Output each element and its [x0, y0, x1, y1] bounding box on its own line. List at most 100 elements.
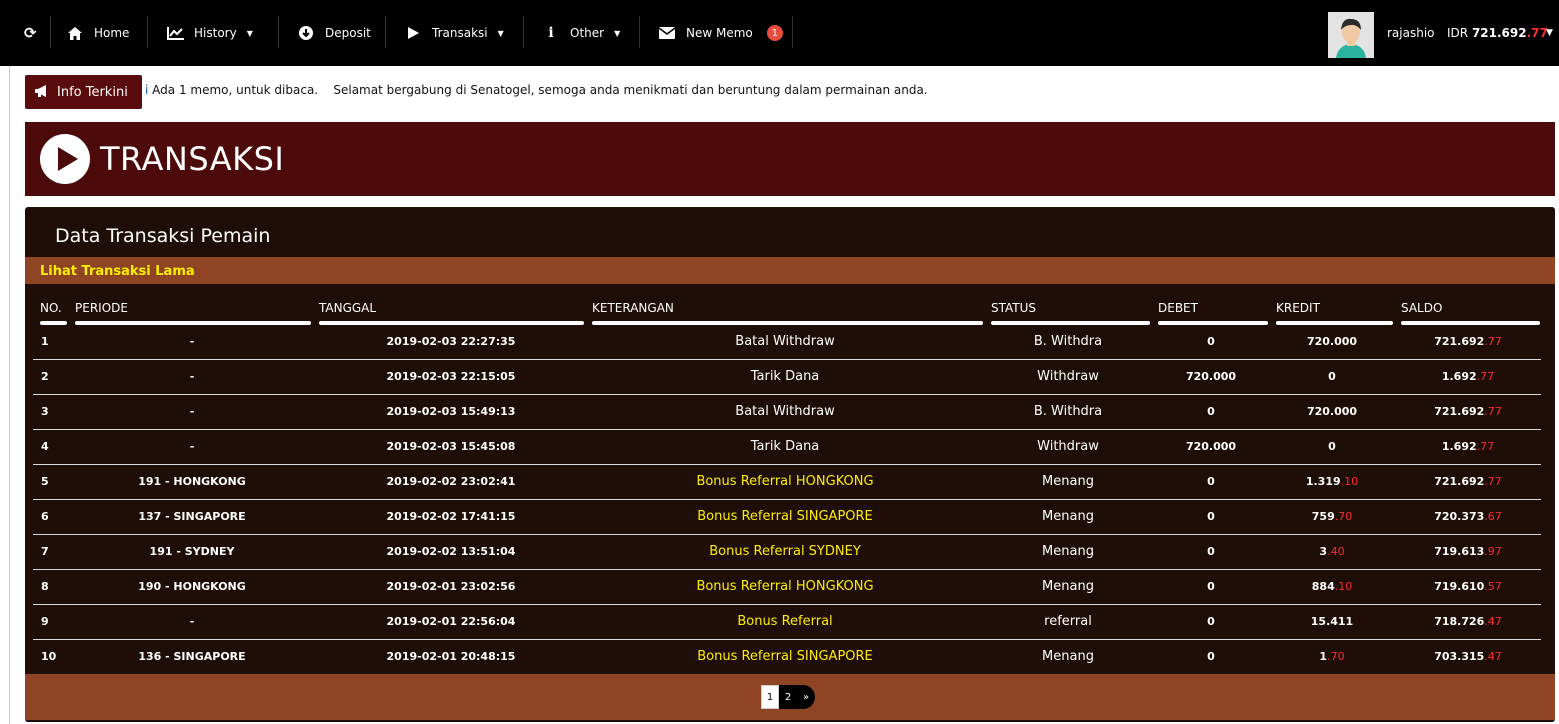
row-keterangan: Batal Withdraw [735, 404, 835, 419]
page-2-button[interactable]: 2 [779, 685, 797, 709]
col-header-keterangan: KETERANGAN [592, 301, 674, 315]
caret-down-icon: ▼ [246, 28, 253, 38]
ticker-message: Ada 1 memo, untuk dibaca. Selamat bergab… [152, 83, 928, 97]
nav-divider [147, 16, 148, 48]
row-status: Menang [1042, 474, 1094, 489]
download-circle-icon [297, 24, 315, 42]
page-1-button[interactable]: 1 [761, 685, 779, 709]
row-kredit-decimal: .40 [1327, 545, 1345, 558]
row-keterangan: Bonus Referral [737, 614, 833, 629]
row-saldo-decimal: .47 [1484, 615, 1502, 628]
row-status: Menang [1042, 544, 1094, 559]
row-no: 8 [41, 580, 49, 593]
row-keterangan: Bonus Referral SINGAPORE [697, 509, 873, 524]
info-terkini-label: Info Terkini [57, 84, 128, 100]
info-terkini-button[interactable]: Info Terkini [25, 75, 142, 109]
row-kredit: 1.70 [1273, 650, 1391, 663]
row-no: 3 [41, 405, 49, 418]
row-periode: 136 - SINGAPORE [138, 650, 246, 663]
row-no: 2 [41, 370, 49, 383]
row-saldo: 1.692.77 [1399, 440, 1537, 453]
nav-divider [639, 16, 640, 48]
row-saldo-main: 721.692 [1434, 475, 1485, 488]
row-kredit-main: 0 [1328, 440, 1336, 453]
col-header-tanggal: TANGGAL [319, 301, 377, 315]
table-row: 6 137 - SINGAPORE 2019-02-02 17:41:15 Bonus… [33, 500, 1541, 535]
row-keterangan: Tarik Dana [750, 439, 820, 454]
row-no: 7 [41, 545, 49, 558]
row-saldo: 721.692.77 [1399, 405, 1537, 418]
row-keterangan: Bonus Referral HONGKONG [696, 579, 874, 594]
row-kredit-main: 884 [1311, 580, 1335, 593]
row-status: Menang [1042, 649, 1094, 664]
old-transactions-bar: Lihat Transaksi Lama [25, 257, 1555, 284]
row-saldo-decimal: .77 [1476, 440, 1495, 453]
row-saldo-decimal: .67 [1484, 510, 1502, 523]
row-tanggal: 2019-02-02 17:41:15 [386, 510, 516, 523]
row-no: 1 [41, 335, 49, 348]
row-kredit: 15.411 [1273, 615, 1391, 628]
nav-divider [278, 16, 279, 48]
nav-other[interactable]: i Other ▼ [542, 0, 620, 66]
row-kredit-main: 759 [1311, 510, 1335, 523]
col-header-kredit: KREDIT [1276, 301, 1320, 315]
row-debet: 0 [1207, 405, 1215, 418]
row-keterangan: Bonus Referral SYDNEY [709, 544, 861, 559]
row-kredit-decimal: .10 [1340, 475, 1359, 488]
caret-down-icon: ▼ [497, 28, 504, 38]
info-icon: i [548, 25, 554, 41]
chart-line-icon [166, 24, 184, 42]
row-status: referral [1044, 614, 1092, 629]
nav-divider [792, 16, 793, 48]
row-saldo-decimal: .77 [1476, 370, 1495, 383]
row-debet: 0 [1207, 335, 1215, 348]
row-kredit: 720.000 [1273, 335, 1391, 348]
row-tanggal: 2019-02-03 15:49:13 [386, 405, 516, 418]
row-kredit: 1.319.10 [1273, 475, 1391, 488]
row-keterangan: Tarik Dana [750, 369, 820, 384]
row-saldo-decimal: .77 [1484, 335, 1502, 348]
next-page-button[interactable]: » [797, 685, 815, 709]
megaphone-icon [35, 84, 49, 100]
row-saldo: 721.692.77 [1399, 475, 1537, 488]
row-kredit-main: 3 [1319, 545, 1328, 558]
nav-divider [385, 16, 386, 48]
row-debet: 0 [1207, 580, 1215, 593]
user-menu-caret-icon[interactable]: ▼ [1546, 28, 1553, 38]
row-periode: - [189, 440, 195, 453]
transaction-panel: Data Transaksi Pemain Lihat Transaksi La… [25, 207, 1555, 722]
page-title: TRANSAKSI [100, 140, 285, 178]
row-saldo-decimal: .77 [1484, 475, 1502, 488]
nav-transaksi-label: Transaksi [432, 26, 488, 40]
nav-home[interactable]: Home [66, 0, 129, 66]
row-saldo: 719.613.97 [1399, 545, 1537, 558]
panel-title: Data Transaksi Pemain [55, 225, 271, 247]
user-avatar[interactable] [1328, 12, 1374, 58]
nav-history[interactable]: History ▼ [166, 0, 253, 66]
row-keterangan: Bonus Referral HONGKONG [696, 474, 874, 489]
table-row: 2 - 2019-02-03 22:15:05 Tarik Dana Withdraw 7… [33, 360, 1541, 395]
row-saldo-decimal: .57 [1484, 580, 1502, 593]
row-kredit-main: 1.319 [1305, 475, 1341, 488]
nav-new-memo[interactable]: New Memo 1 [658, 0, 783, 66]
nav-transaksi[interactable]: Transaksi ▼ [404, 0, 504, 66]
row-kredit-decimal: .70 [1327, 650, 1345, 663]
table-row: 9 - 2019-02-01 22:56:04 Bonus Referral refer… [33, 605, 1541, 640]
row-saldo-main: 721.692 [1434, 405, 1485, 418]
col-header-debet: DEBET [1158, 301, 1198, 315]
username-label[interactable]: rajashio [1387, 26, 1435, 40]
table-row: 1 - 2019-02-03 22:27:35 Batal Withdraw B. Wi… [33, 325, 1541, 360]
row-periode: - [189, 335, 195, 348]
refresh-button[interactable]: ⟳ [24, 0, 37, 66]
row-status: Withdraw [1037, 439, 1099, 454]
row-periode: 191 - SYDNEY [149, 545, 235, 558]
nav-divider [523, 16, 524, 48]
pagination-bar: 1 2 » [25, 674, 1555, 720]
nav-deposit[interactable]: Deposit [297, 0, 371, 66]
balance-main: 721.692 [1471, 26, 1527, 40]
row-keterangan: Batal Withdraw [735, 334, 835, 349]
nav-history-label: History [194, 26, 237, 40]
row-tanggal: 2019-02-02 23:02:41 [386, 475, 516, 488]
old-transactions-link[interactable]: Lihat Transaksi Lama [40, 264, 195, 279]
row-no: 9 [41, 615, 49, 628]
